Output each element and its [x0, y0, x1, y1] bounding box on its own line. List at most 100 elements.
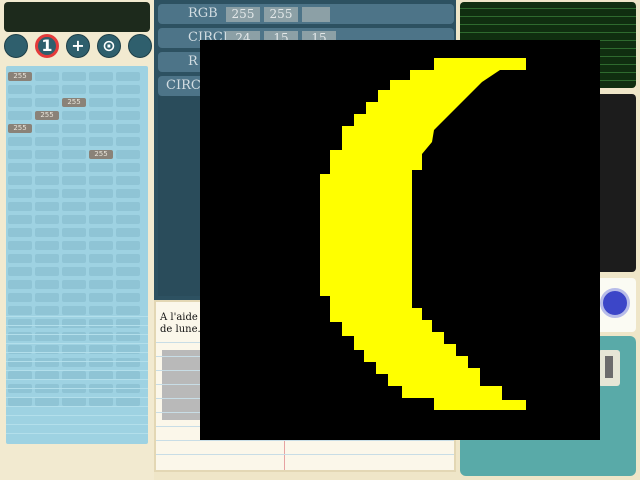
grid-cell[interactable] — [62, 189, 86, 198]
grid-cell[interactable] — [8, 228, 32, 237]
grid-cell[interactable] — [89, 163, 113, 172]
grid-cell[interactable] — [35, 85, 59, 94]
grid-cell[interactable] — [8, 280, 32, 289]
grid-cell[interactable] — [62, 72, 86, 81]
grid-cell[interactable] — [89, 293, 113, 302]
grid-cell[interactable]: 255 — [35, 111, 59, 120]
grid-cell[interactable] — [35, 163, 59, 172]
grid-cell[interactable] — [89, 241, 113, 250]
grid-cell[interactable] — [116, 306, 140, 315]
grid-cell[interactable] — [89, 254, 113, 263]
grid-cell[interactable] — [116, 72, 140, 81]
grid-cell[interactable] — [89, 98, 113, 107]
grid-cell[interactable] — [8, 319, 32, 328]
tool-one-button[interactable]: 1 — [35, 34, 59, 58]
grid-cell[interactable] — [89, 189, 113, 198]
grid-cell[interactable] — [35, 98, 59, 107]
grid-cell[interactable] — [35, 280, 59, 289]
grid-cell[interactable] — [116, 319, 140, 328]
grid-cell[interactable] — [8, 397, 32, 406]
grid-cell[interactable] — [35, 228, 59, 237]
grid-cell[interactable] — [35, 267, 59, 276]
grid-cell[interactable] — [8, 202, 32, 211]
grid-cell[interactable] — [116, 85, 140, 94]
grid-cell[interactable] — [89, 397, 113, 406]
grid-cell[interactable] — [116, 397, 140, 406]
grid-cell[interactable] — [89, 72, 113, 81]
grid-cell[interactable] — [116, 98, 140, 107]
grid-cell[interactable] — [62, 137, 86, 146]
grid-cell[interactable] — [62, 228, 86, 237]
grid-cell[interactable] — [62, 241, 86, 250]
grid-cell[interactable] — [116, 228, 140, 237]
grid-cell[interactable] — [62, 358, 86, 367]
grid-cell[interactable] — [116, 280, 140, 289]
grid-cell[interactable] — [89, 85, 113, 94]
grid-cell[interactable] — [62, 202, 86, 211]
grid-cell[interactable] — [116, 254, 140, 263]
grid-cell[interactable] — [62, 267, 86, 276]
grid-cell[interactable] — [116, 124, 140, 133]
grid-cell[interactable] — [116, 358, 140, 367]
grid-cell[interactable] — [8, 98, 32, 107]
grid-cell[interactable] — [116, 267, 140, 276]
grid-cell[interactable] — [116, 176, 140, 185]
grid-cell[interactable]: 255 — [8, 72, 32, 81]
grid-cell[interactable] — [62, 306, 86, 315]
grid-cell[interactable] — [62, 85, 86, 94]
grid-cell[interactable] — [116, 111, 140, 120]
rgb-g-value[interactable]: 255 — [264, 7, 298, 22]
rgb-b-value[interactable] — [302, 7, 330, 22]
tool-plus-button[interactable]: + — [66, 34, 90, 58]
grid-cell[interactable] — [8, 215, 32, 224]
grid-cell[interactable] — [8, 241, 32, 250]
grid-cell[interactable]: 255 — [62, 98, 86, 107]
grid-cell[interactable]: 255 — [8, 124, 32, 133]
grid-cell[interactable] — [35, 202, 59, 211]
rgb-r-value[interactable]: 255 — [226, 7, 260, 22]
grid-cell[interactable] — [89, 124, 113, 133]
grid-cell[interactable] — [89, 137, 113, 146]
grid-cell[interactable] — [35, 306, 59, 315]
grid-cell[interactable] — [116, 150, 140, 159]
grid-cell[interactable] — [89, 319, 113, 328]
grid-cell[interactable] — [8, 254, 32, 263]
grid-cell[interactable] — [89, 215, 113, 224]
grid-cell[interactable] — [35, 241, 59, 250]
grid-cell[interactable] — [8, 163, 32, 172]
grid-cell[interactable] — [8, 267, 32, 276]
grid-cell[interactable] — [8, 176, 32, 185]
tool-circle-button[interactable] — [4, 34, 28, 58]
tool-target-button[interactable]: ⊙ — [97, 34, 121, 58]
grid-cell[interactable] — [89, 228, 113, 237]
grid-cell[interactable] — [8, 358, 32, 367]
grid-cell[interactable] — [35, 189, 59, 198]
grid-cell[interactable] — [89, 267, 113, 276]
grid-cell[interactable] — [8, 293, 32, 302]
grid-cell[interactable] — [8, 189, 32, 198]
grid-cell[interactable] — [62, 397, 86, 406]
grid-cell[interactable] — [89, 306, 113, 315]
grid-cell[interactable] — [35, 72, 59, 81]
grid-cell[interactable] — [62, 124, 86, 133]
grid-cell[interactable] — [35, 319, 59, 328]
grid-cell[interactable] — [8, 111, 32, 120]
grid-cell[interactable] — [62, 254, 86, 263]
grid-cell[interactable] — [35, 293, 59, 302]
grid-cell[interactable]: 255 — [89, 150, 113, 159]
pixel-grid[interactable]: 255 255 255 255 255 — [6, 66, 148, 444]
grid-cell[interactable] — [116, 202, 140, 211]
grid-cell[interactable] — [35, 358, 59, 367]
grid-cell[interactable] — [116, 293, 140, 302]
grid-cell[interactable] — [35, 215, 59, 224]
grid-cell[interactable] — [8, 306, 32, 315]
grid-cell[interactable] — [62, 176, 86, 185]
grid-cell[interactable] — [62, 280, 86, 289]
grid-cell[interactable] — [8, 137, 32, 146]
grid-cell[interactable] — [35, 397, 59, 406]
run-button[interactable] — [600, 288, 630, 318]
grid-cell[interactable] — [35, 124, 59, 133]
grid-cell[interactable] — [62, 319, 86, 328]
grid-cell[interactable] — [35, 150, 59, 159]
grid-cell[interactable] — [89, 176, 113, 185]
